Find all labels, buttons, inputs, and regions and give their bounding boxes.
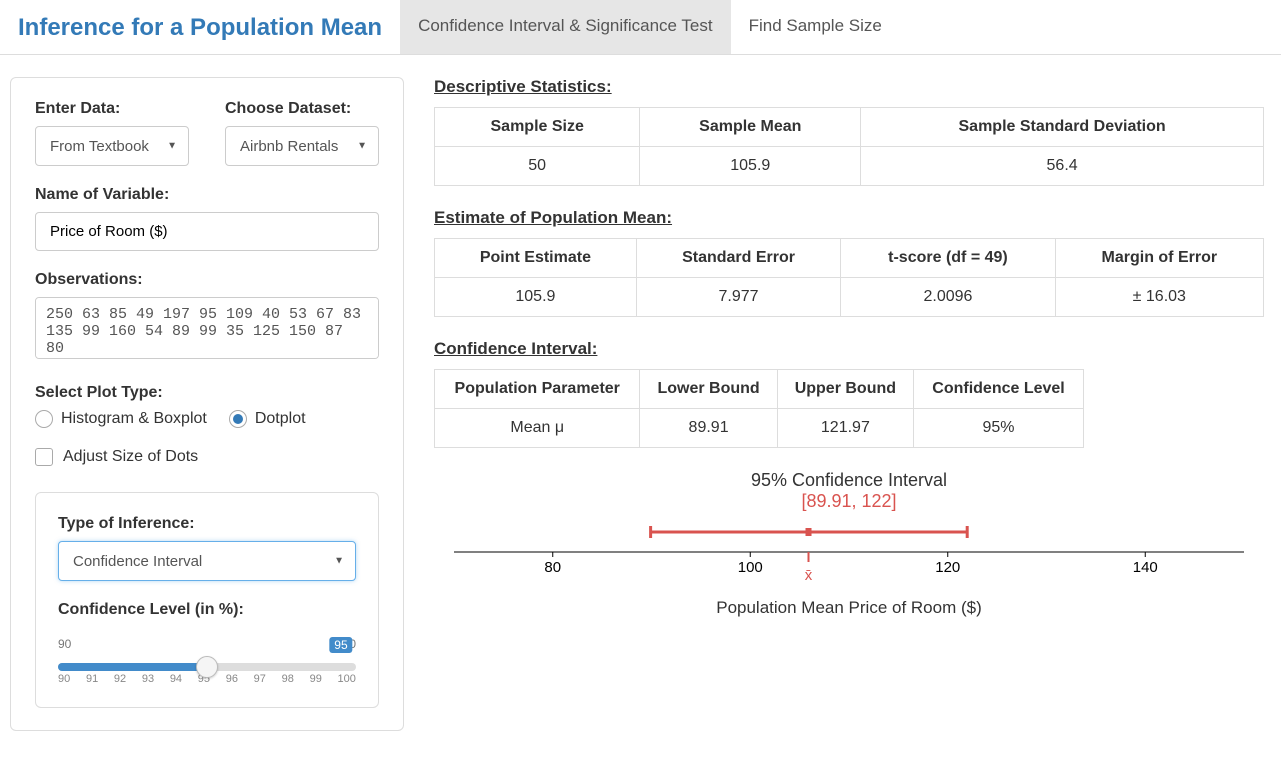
slider-thumb[interactable]	[196, 656, 218, 678]
choose-dataset-label: Choose Dataset:	[225, 100, 379, 118]
enter-data-select[interactable]: From Textbook	[35, 126, 189, 166]
th: t-score (df = 49)	[841, 239, 1055, 278]
descriptive-table: Sample Size Sample Mean Sample Standard …	[434, 107, 1264, 186]
th: Sample Size	[435, 108, 640, 147]
slider-track[interactable]	[58, 663, 356, 671]
inference-type-select[interactable]: Confidence Interval	[58, 541, 356, 581]
radio-label: Histogram & Boxplot	[61, 410, 207, 428]
tab-ci-test[interactable]: Confidence Interval & Significance Test	[400, 0, 731, 54]
th: Margin of Error	[1055, 239, 1263, 278]
th: Upper Bound	[777, 370, 913, 409]
choose-dataset-select[interactable]: Airbnb Rentals	[225, 126, 379, 166]
ci-table: Population Parameter Lower Bound Upper B…	[434, 369, 1084, 448]
ci-heading: Confidence Interval:	[434, 339, 1264, 359]
svg-text:x̄: x̄	[805, 567, 813, 584]
th: Population Parameter	[435, 370, 640, 409]
radio-histogram[interactable]: Histogram & Boxplot	[35, 410, 207, 428]
plot-type-label: Select Plot Type:	[35, 384, 379, 402]
th: Sample Mean	[640, 108, 861, 147]
radio-label: Dotplot	[255, 410, 306, 428]
inference-type-label: Type of Inference:	[58, 515, 356, 533]
radio-dotplot[interactable]: Dotplot	[229, 410, 306, 428]
tab-find-size[interactable]: Find Sample Size	[731, 0, 900, 54]
adjust-dots-row[interactable]: Adjust Size of Dots	[35, 448, 379, 466]
td: 89.91	[640, 409, 777, 448]
radio-icon	[229, 410, 247, 428]
inference-panel: Type of Inference: Confidence Interval ▼…	[35, 492, 379, 708]
ci-axis-label: Population Mean Price of Room ($)	[434, 598, 1264, 618]
estimate-table: Point Estimate Standard Error t-score (d…	[434, 238, 1264, 317]
variable-input[interactable]	[35, 212, 379, 251]
observations-input[interactable]: 250 63 85 49 197 95 109 40 53 67 83 135 …	[35, 297, 379, 359]
input-panel: Enter Data: From Textbook ▼ Choose Datas…	[10, 77, 404, 731]
svg-text:140: 140	[1133, 559, 1158, 576]
td: 7.977	[636, 278, 840, 317]
td: 95%	[914, 409, 1084, 448]
td: 121.97	[777, 409, 913, 448]
variable-label: Name of Variable:	[35, 186, 379, 204]
ci-plot-title: 95% Confidence Interval	[434, 470, 1264, 491]
conf-level-slider[interactable]: 90 95 100 90919293949596979899100	[58, 637, 356, 685]
td: ± 16.03	[1055, 278, 1263, 317]
td: 105.9	[640, 147, 861, 186]
slider-min: 90	[58, 637, 71, 653]
descriptive-heading: Descriptive Statistics:	[434, 77, 1264, 97]
main-content: Descriptive Statistics: Sample Size Samp…	[434, 77, 1281, 731]
top-bar: Inference for a Population Mean Confiden…	[0, 0, 1281, 55]
svg-text:80: 80	[544, 559, 561, 576]
th: Standard Error	[636, 239, 840, 278]
checkbox-icon	[35, 448, 53, 466]
td: 56.4	[861, 147, 1264, 186]
adjust-dots-label: Adjust Size of Dots	[63, 448, 198, 466]
ci-plot-range: [89.91, 122]	[434, 491, 1264, 512]
th: Point Estimate	[435, 239, 637, 278]
ci-plot: 95% Confidence Interval [89.91, 122] 80 1…	[434, 470, 1264, 618]
enter-data-label: Enter Data:	[35, 100, 189, 118]
th: Lower Bound	[640, 370, 777, 409]
svg-text:100: 100	[738, 559, 763, 576]
conf-level-label: Confidence Level (in %):	[58, 601, 356, 619]
svg-text:120: 120	[935, 559, 960, 576]
td: 105.9	[435, 278, 637, 317]
radio-icon	[35, 410, 53, 428]
page-title: Inference for a Population Mean	[0, 0, 400, 54]
observations-label: Observations:	[35, 271, 379, 289]
row-data-source: Enter Data: From Textbook ▼ Choose Datas…	[35, 100, 379, 166]
td: 50	[435, 147, 640, 186]
th: Sample Standard Deviation	[861, 108, 1264, 147]
slider-value-badge: 95	[329, 637, 352, 653]
ci-numberline-svg: 80 100 120 140 x̄	[434, 512, 1264, 592]
td: Mean μ	[435, 409, 640, 448]
page-body: Enter Data: From Textbook ▼ Choose Datas…	[0, 55, 1281, 761]
td: 2.0096	[841, 278, 1055, 317]
estimate-heading: Estimate of Population Mean:	[434, 208, 1264, 228]
th: Confidence Level	[914, 370, 1084, 409]
